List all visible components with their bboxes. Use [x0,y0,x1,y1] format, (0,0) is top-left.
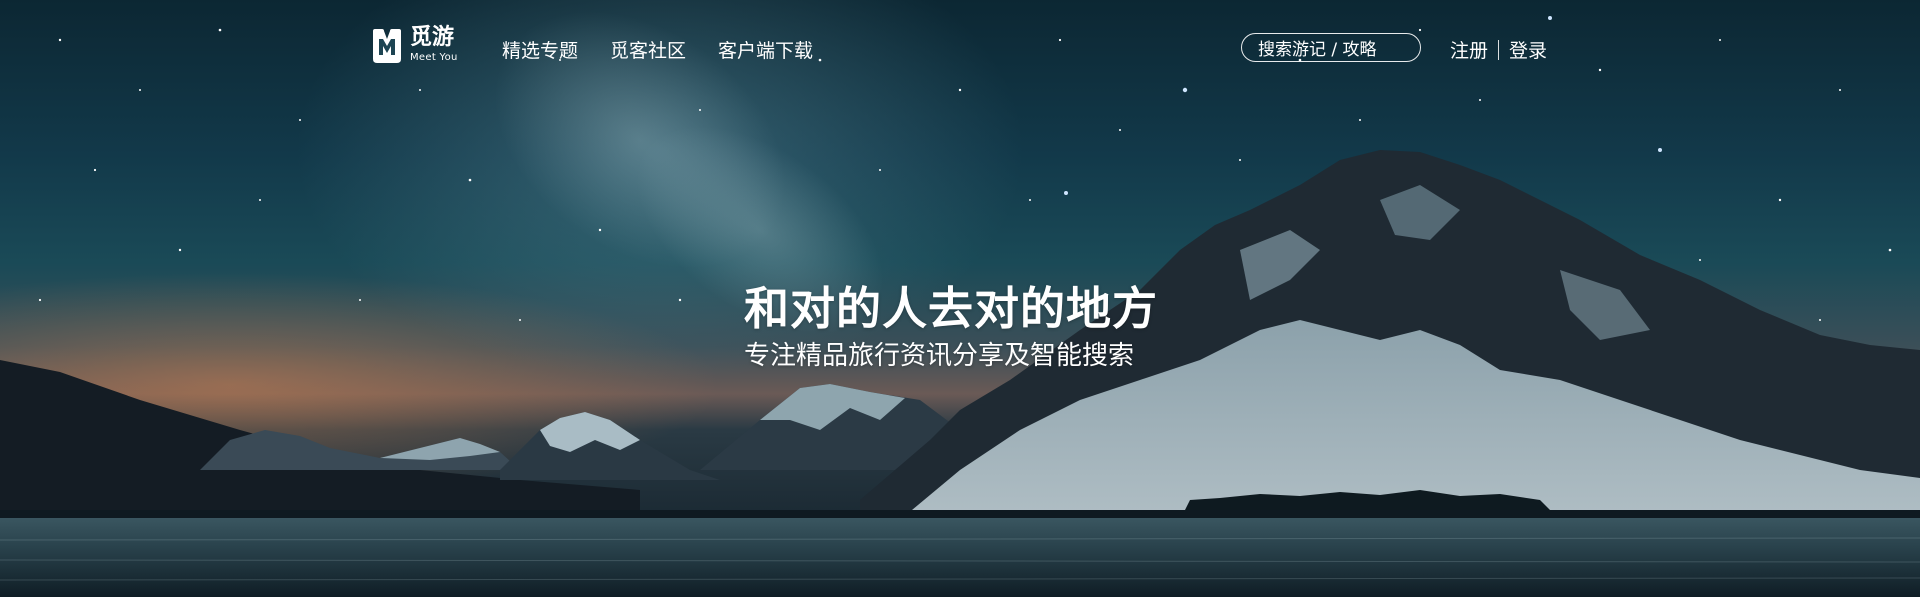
search-placeholder: 搜索游记 / 攻略 [1258,40,1377,60]
nav-item-featured-topics[interactable]: 精选专题 [502,36,578,63]
login-link[interactable]: 登录 [1509,36,1547,63]
auth-links: 注册 登录 [1450,36,1547,63]
main-nav: 精选专题 觅客社区 客户端下载 [502,36,845,63]
brand-logo-icon [373,29,401,63]
brand-logo[interactable]: 觅游 Meet You [369,27,458,71]
top-navigation-bar: 觅游 Meet You 精选专题 觅客社区 客户端下载 搜索游记 / 攻略 注册… [0,0,1920,100]
register-link[interactable]: 注册 [1450,36,1488,63]
hero-banner: 觅游 Meet You 精选专题 觅客社区 客户端下载 搜索游记 / 攻略 注册… [0,0,1920,597]
hero-subline: 专注精品旅行资讯分享及智能搜索 [744,341,1135,371]
nav-item-app-download[interactable]: 客户端下载 [718,36,813,63]
nav-item-community[interactable]: 觅客社区 [610,36,686,63]
auth-divider [1498,39,1500,60]
hero-headline: 和对的人去对的地方 [744,282,1159,335]
brand-name-en: Meet You [410,52,458,63]
brand-name-cn: 觅游 [410,25,455,50]
search-input[interactable]: 搜索游记 / 攻略 [1241,33,1421,62]
